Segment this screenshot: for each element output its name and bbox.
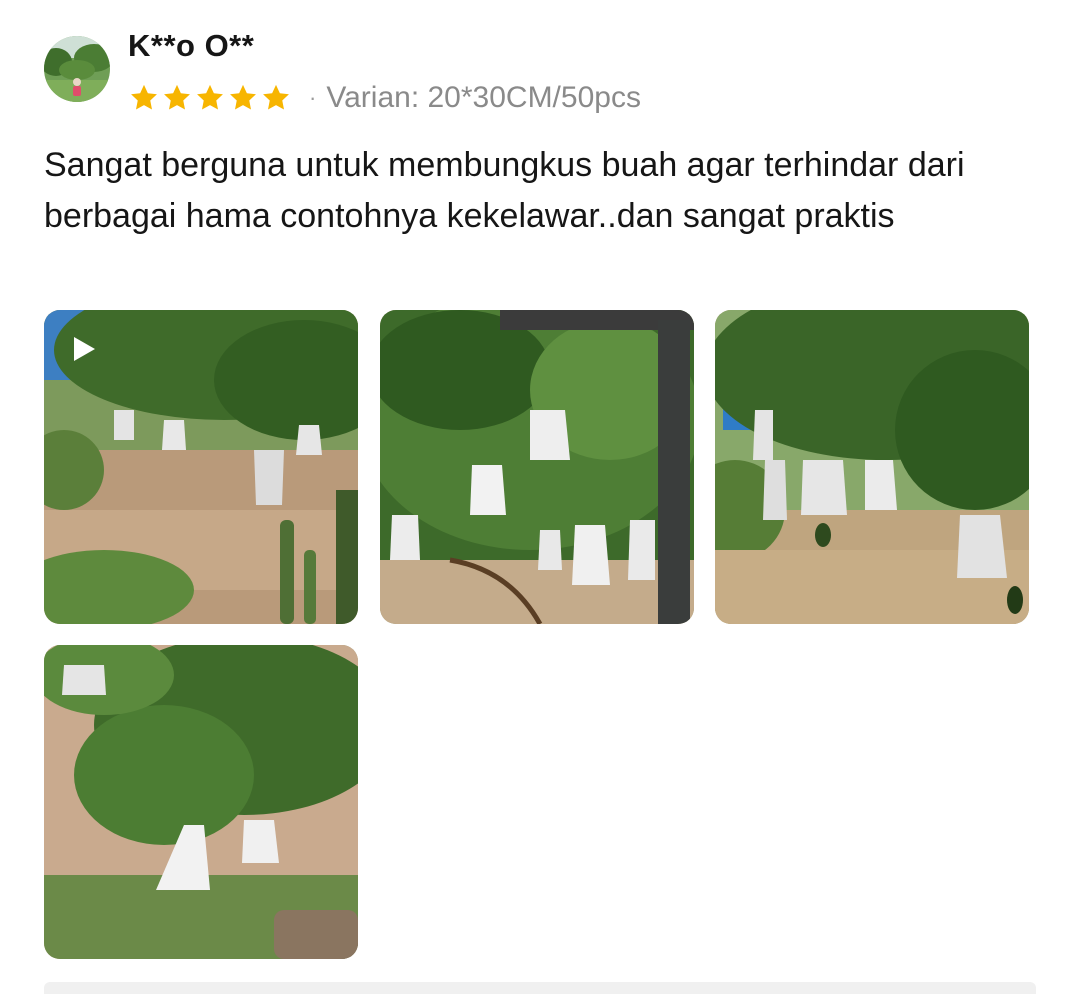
review-video-thumbnail[interactable]	[44, 310, 358, 624]
star-icon	[128, 82, 160, 114]
section-divider	[44, 982, 1036, 994]
variant-label: Varian: 20*30CM/50pcs	[326, 81, 641, 114]
star-icon	[194, 82, 226, 114]
avatar[interactable]	[44, 36, 110, 102]
review-card: K**o O** · Varian: 20*30CM/50pcs Sangat …	[0, 0, 1080, 994]
separator-dot: ·	[309, 85, 317, 110]
review-photo[interactable]	[44, 645, 358, 959]
review-text: Sangat berguna untuk membungkus buah aga…	[44, 146, 965, 235]
star-rating	[128, 82, 293, 114]
review-photo[interactable]	[715, 310, 1029, 624]
star-icon	[260, 82, 292, 114]
reviewer-name: K**o O**	[128, 28, 255, 63]
star-icon	[227, 82, 259, 114]
rating-row: · Varian: 20*30CM/50pcs	[128, 78, 641, 118]
star-icon	[161, 82, 193, 114]
play-icon	[68, 334, 98, 364]
review-photo[interactable]	[380, 310, 694, 624]
